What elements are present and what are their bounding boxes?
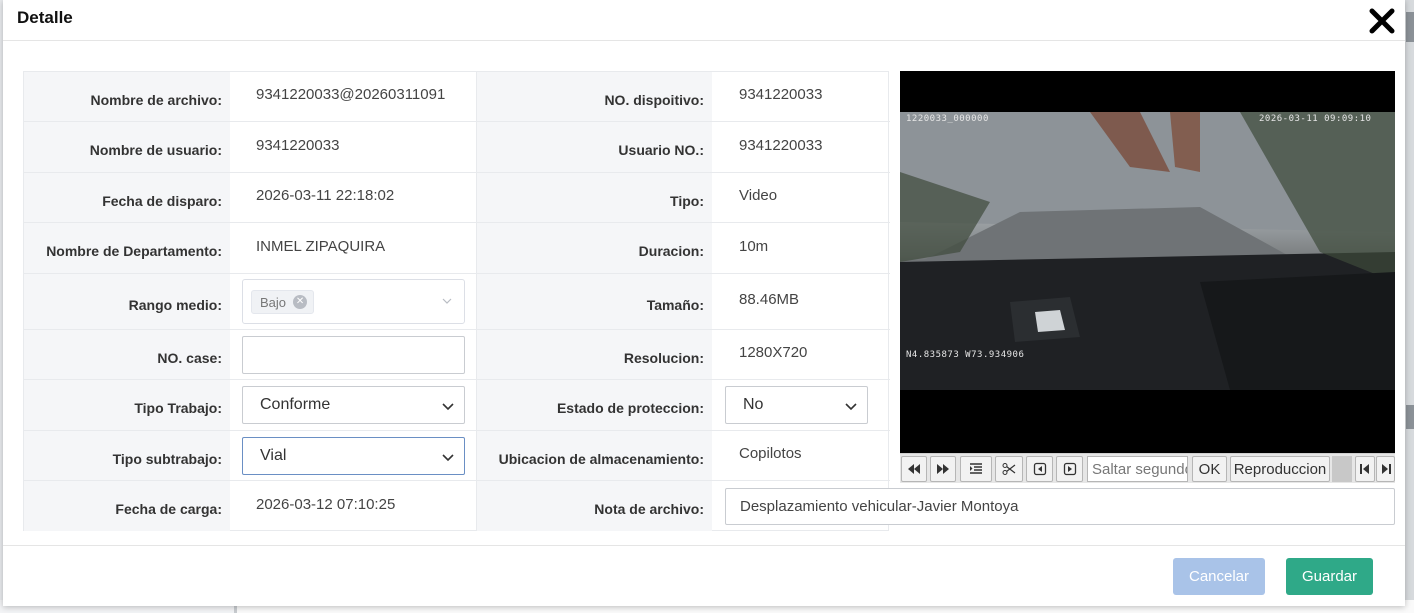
subwork-type-label: Tipo subtrabajo: bbox=[112, 450, 222, 467]
trigger-date-value: 2026-03-11 22:18:02 bbox=[256, 187, 395, 204]
file-name-label: Nombre de archivo: bbox=[90, 91, 222, 108]
protection-select[interactable]: No bbox=[725, 386, 868, 424]
scissors-icon[interactable] bbox=[995, 456, 1023, 482]
info-row: Tipo Trabajo: Conforme Estado de protecc… bbox=[24, 380, 890, 431]
subwork-type-value: Vial bbox=[260, 447, 287, 464]
range-tag: Bajo ✕ bbox=[251, 290, 315, 314]
trigger-date-label: Fecha de disparo: bbox=[102, 192, 222, 209]
device-no-label: NO. dispoitivo: bbox=[604, 91, 704, 108]
chevron-down-icon bbox=[442, 403, 454, 411]
dialog-body: Nombre de archivo: 9341220033@2026031109… bbox=[23, 71, 1397, 531]
info-row: Fecha de disparo: 2026-03-11 22:18:02 Ti… bbox=[24, 173, 890, 223]
save-button[interactable]: Guardar bbox=[1286, 558, 1373, 595]
playback-button[interactable]: Reproduccion bbox=[1230, 456, 1330, 482]
case-no-input[interactable] bbox=[242, 336, 465, 374]
duration-label: Duracion: bbox=[638, 243, 704, 259]
file-note-input[interactable]: Desplazamiento vehicular-Javier Montoya bbox=[725, 488, 1395, 525]
cancel-button[interactable]: Cancelar bbox=[1173, 558, 1265, 595]
work-type-value: Conforme bbox=[260, 396, 331, 413]
fast-forward-icon[interactable] bbox=[930, 456, 956, 482]
jump-seconds-placeholder: Saltar segundos bbox=[1092, 460, 1187, 478]
skip-start-icon[interactable] bbox=[1355, 456, 1375, 482]
info-row: Nombre de usuario: 9341220033 Usuario NO… bbox=[24, 122, 890, 173]
close-icon[interactable] bbox=[1367, 6, 1397, 36]
list-icon[interactable] bbox=[960, 456, 992, 482]
device-no-value: 9341220033 bbox=[739, 86, 823, 103]
work-type-label: Tipo Trabajo: bbox=[134, 400, 222, 416]
save-button-label: Guardar bbox=[1301, 568, 1358, 585]
next-frame-icon[interactable] bbox=[1056, 456, 1083, 482]
osd-timestamp: 2026-03-11 09:09:10 bbox=[1259, 114, 1372, 124]
ok-button-label: OK bbox=[1198, 460, 1221, 478]
background-tab bbox=[1406, 12, 1414, 42]
subwork-type-select[interactable]: Vial bbox=[242, 437, 465, 475]
type-label: Tipo: bbox=[670, 192, 704, 209]
user-name-label: Nombre de usuario: bbox=[89, 142, 222, 158]
rewind-icon[interactable] bbox=[901, 456, 927, 482]
file-note-value: Desplazamiento vehicular-Javier Montoya bbox=[740, 498, 1019, 515]
range-label: Rango medio: bbox=[128, 296, 222, 313]
info-row: Rango medio: Bajo ✕ Tamaño: 88.46MB bbox=[24, 274, 890, 330]
info-row: Fecha de carga: 2026-03-12 07:10:25 Nota… bbox=[24, 481, 1398, 531]
range-tag-label: Bajo bbox=[260, 294, 287, 310]
video-controls: Saltar segundos OK Reproduccion bbox=[900, 453, 1395, 483]
upload-date-value: 2026-03-12 07:10:25 bbox=[256, 495, 396, 513]
playback-button-label: Reproduccion bbox=[1233, 460, 1327, 478]
dialog-header: Detalle bbox=[3, 0, 1405, 41]
user-no-label: Usuario NO.: bbox=[618, 142, 704, 158]
ok-button[interactable]: OK bbox=[1192, 456, 1227, 482]
info-row: Nombre de Departamento: INMEL ZIPAQUIRA … bbox=[24, 223, 890, 274]
duration-value: 10m bbox=[739, 237, 769, 255]
background-scrollbar bbox=[1404, 0, 1414, 613]
footer-divider bbox=[3, 545, 1405, 546]
resolution-value: 1280X720 bbox=[739, 344, 808, 361]
user-name-value: 9341220033 bbox=[256, 136, 340, 154]
info-row: Tipo subtrabajo: Vial Ubicacion de almac… bbox=[24, 431, 890, 481]
work-type-select[interactable]: Conforme bbox=[242, 386, 465, 424]
file-name-value: 9341220033@20260311091 bbox=[256, 86, 446, 103]
osd-gps: N4.835873 W73.934906 bbox=[906, 350, 1025, 360]
info-row: Nombre de archivo: 9341220033@2026031109… bbox=[24, 72, 890, 122]
prev-frame-icon[interactable] bbox=[1026, 456, 1053, 482]
storage-label: Ubicacion de almacenamiento: bbox=[498, 450, 704, 467]
skip-end-icon[interactable] bbox=[1376, 456, 1395, 482]
detail-dialog: Detalle Nombre de archivo: 9341220033@20… bbox=[3, 0, 1405, 606]
background-tab bbox=[1406, 405, 1414, 429]
user-no-value: 9341220033 bbox=[739, 136, 823, 154]
tag-remove-icon[interactable]: ✕ bbox=[293, 295, 308, 309]
cancel-button-label: Cancelar bbox=[1188, 568, 1250, 585]
dialog-title: Detalle bbox=[17, 8, 73, 27]
info-table: Nombre de archivo: 9341220033@2026031109… bbox=[23, 71, 1395, 531]
video-frame[interactable]: 1220033_000000 2026-03-11 09:09:10 N4.83… bbox=[900, 112, 1395, 390]
jump-seconds-input[interactable]: Saltar segundos bbox=[1087, 456, 1188, 482]
chevron-down-icon bbox=[442, 454, 454, 462]
chevron-down-icon bbox=[442, 298, 452, 304]
file-note-label: Nota de archivo: bbox=[594, 501, 704, 517]
size-value: 88.46MB bbox=[739, 291, 800, 308]
playback-slider[interactable] bbox=[1332, 456, 1352, 482]
type-value: Video bbox=[739, 187, 778, 204]
size-label: Tamaño: bbox=[646, 296, 704, 313]
chevron-down-icon bbox=[845, 403, 857, 411]
resolution-label: Resolucion: bbox=[623, 349, 704, 366]
upload-date-label: Fecha de carga: bbox=[115, 501, 222, 517]
info-row: NO. case: Resolucion: 1280X720 bbox=[24, 330, 890, 380]
video-scene bbox=[900, 112, 1395, 390]
protection-value: No bbox=[743, 396, 764, 413]
osd-device-id: 1220033_000000 bbox=[906, 114, 989, 124]
case-no-label: NO. case: bbox=[157, 349, 222, 366]
protection-label: Estado de proteccion: bbox=[556, 400, 704, 416]
video-player[interactable]: 1220033_000000 2026-03-11 09:09:10 N4.83… bbox=[900, 71, 1395, 453]
storage-value: Copilotos bbox=[739, 445, 802, 462]
department-value: INMEL ZIPAQUIRA bbox=[256, 237, 386, 255]
range-multiselect[interactable]: Bajo ✕ bbox=[242, 279, 465, 324]
department-label: Nombre de Departamento: bbox=[46, 243, 222, 259]
